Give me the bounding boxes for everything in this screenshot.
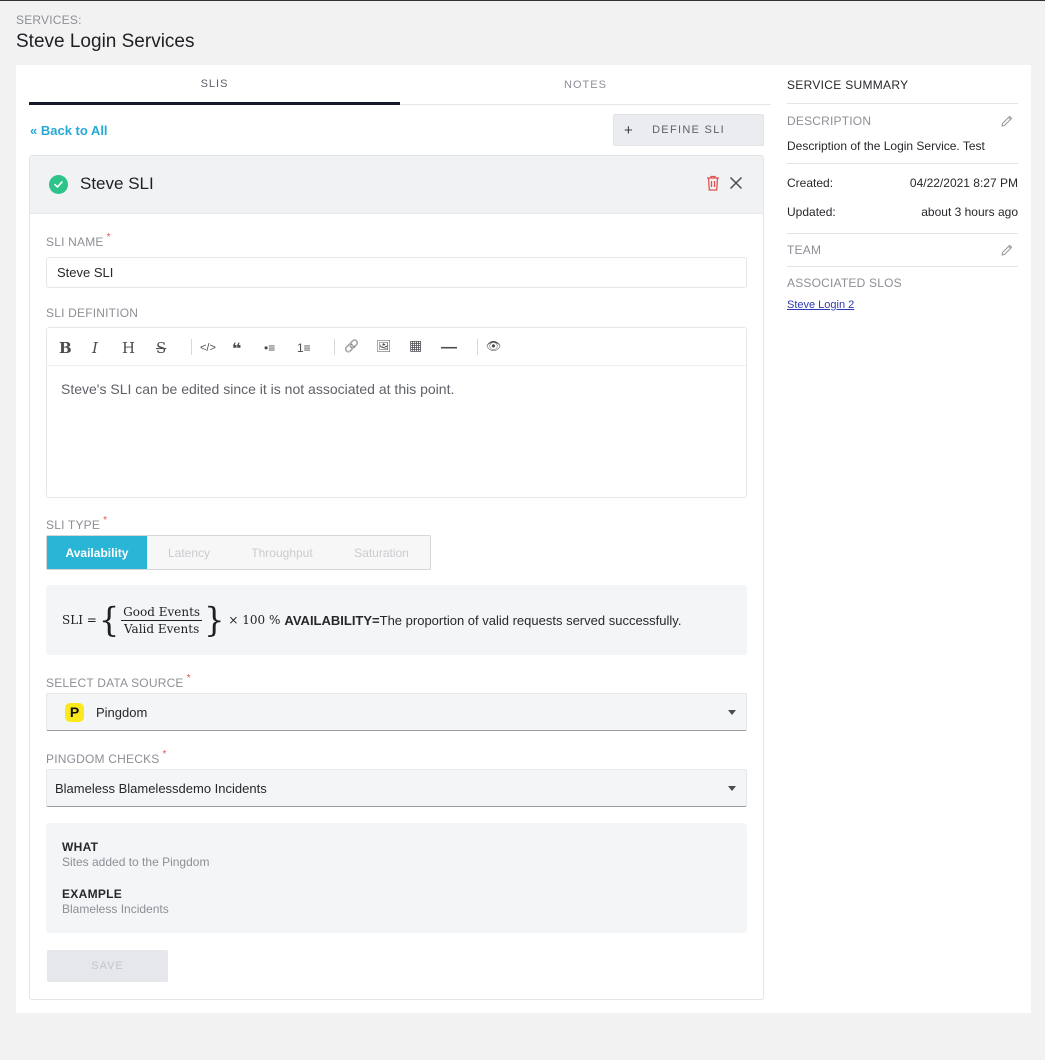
chevron-down-icon xyxy=(728,710,736,715)
sli-definition-label: SLI DEFINITION xyxy=(46,306,139,320)
edit-team-pencil-icon[interactable] xyxy=(1000,243,1014,257)
toolbar-separator xyxy=(477,339,478,355)
edit-description-pencil-icon[interactable] xyxy=(1000,114,1014,128)
sli-type-latency[interactable]: Latency xyxy=(147,536,231,569)
bold-icon[interactable]: B xyxy=(59,339,72,357)
link-icon[interactable]: 🔗 xyxy=(344,339,359,353)
strikethrough-icon[interactable]: S xyxy=(156,339,166,357)
chevron-down-icon xyxy=(728,786,736,791)
sli-formula: SLI = { Good Events Valid Events } × 100… xyxy=(62,600,682,640)
sli-name-input[interactable]: Steve SLI xyxy=(46,257,747,288)
page-section-label: SERVICES: xyxy=(16,13,82,27)
service-summary-title: SERVICE SUMMARY xyxy=(787,78,909,92)
code-icon[interactable]: </> xyxy=(200,342,216,354)
divider xyxy=(787,233,1018,234)
italic-icon[interactable]: I xyxy=(92,339,98,357)
toolbar-separator xyxy=(334,339,335,355)
sli-type-label: SLI TYPE * xyxy=(46,515,108,532)
editor-toolbar xyxy=(47,328,746,366)
divider xyxy=(787,103,1018,104)
pingdom-logo-icon: P xyxy=(65,702,84,722)
associated-slos-label: ASSOCIATED SLOS xyxy=(787,276,902,290)
data-source-info-box xyxy=(46,823,747,933)
pingdom-checks-label: PINGDOM CHECKS * xyxy=(46,749,167,766)
data-source-select[interactable]: P Pingdom xyxy=(46,693,747,731)
formula-multiplier: × 100 % xyxy=(228,613,281,627)
info-what-label: WHAT xyxy=(62,840,99,854)
formula-description: AVAILABILITY=The proportion of valid req… xyxy=(284,612,682,628)
updated-value: about 3 hours ago xyxy=(921,205,1018,219)
check-circle-icon xyxy=(49,175,68,194)
sli-name-label: SLI NAME * xyxy=(46,232,111,249)
define-sli-label: DEFINE SLI xyxy=(652,124,725,136)
unordered-list-icon[interactable]: •≡ xyxy=(264,341,275,355)
tab-bar: SLIS NOTES xyxy=(29,65,771,105)
associated-slo-link[interactable]: Steve Login 2 xyxy=(787,299,854,311)
table-icon[interactable]: ▦ xyxy=(409,337,422,354)
updated-label: Updated: xyxy=(787,205,836,219)
formula-denominator: Valid Events xyxy=(123,621,200,636)
save-button[interactable]: SAVE xyxy=(47,950,168,982)
quote-icon[interactable]: ❝ xyxy=(232,339,241,359)
formula-numerator: Good Events xyxy=(121,604,203,621)
ordered-list-icon[interactable]: 1≡ xyxy=(297,341,311,355)
sli-type-availability[interactable]: Availability xyxy=(47,536,147,569)
image-icon[interactable]: 🖼 xyxy=(376,339,391,353)
description-label: DESCRIPTION xyxy=(787,114,872,128)
sli-type-selector: Availability Latency Throughput Saturati… xyxy=(46,535,431,570)
formula-lhs: SLI = xyxy=(62,613,97,627)
pingdom-checks-select[interactable]: Blameless Blamelessdemo Incidents xyxy=(46,769,747,807)
define-sli-button[interactable]: + DEFINE SLI xyxy=(613,114,764,146)
formula-left-brace: { xyxy=(98,600,120,640)
plus-icon: + xyxy=(624,121,635,139)
sli-definition-text[interactable]: Steve's SLI can be edited since it is no… xyxy=(61,381,454,397)
tab-slis[interactable]: SLIS xyxy=(29,65,400,105)
pingdom-checks-value: Blameless Blamelessdemo Incidents xyxy=(55,780,267,796)
sli-type-throughput[interactable]: Throughput xyxy=(231,536,333,569)
formula-fraction: Good Events Valid Events xyxy=(121,604,203,636)
formula-right-brace: } xyxy=(204,600,225,640)
trash-icon[interactable] xyxy=(704,174,722,192)
description-value: Description of the Login Service. Test xyxy=(787,139,985,153)
data-source-label: SELECT DATA SOURCE * xyxy=(46,673,191,690)
page-title: Steve Login Services xyxy=(16,31,195,52)
horizontal-rule-icon[interactable]: — xyxy=(441,339,457,357)
team-label: TEAM xyxy=(787,243,822,257)
preview-eye-icon[interactable]: 👁 xyxy=(486,339,501,353)
close-icon[interactable] xyxy=(727,174,745,192)
info-example-value: Blameless Incidents xyxy=(62,902,169,916)
divider xyxy=(787,266,1018,267)
sli-card-title: Steve SLI xyxy=(80,174,154,193)
sli-type-saturation[interactable]: Saturation xyxy=(333,536,430,569)
toolbar-separator xyxy=(191,339,192,355)
info-what-value: Sites added to the Pingdom xyxy=(62,855,210,869)
created-label: Created: xyxy=(787,176,834,190)
info-example-label: EXAMPLE xyxy=(62,887,123,901)
created-value: 04/22/2021 8:27 PM xyxy=(909,176,1018,190)
divider xyxy=(787,163,1018,164)
back-to-all-link[interactable]: « Back to All xyxy=(30,123,108,138)
data-source-value: Pingdom xyxy=(96,704,148,720)
tab-notes[interactable]: NOTES xyxy=(400,65,771,105)
heading-icon[interactable]: H xyxy=(122,339,135,357)
